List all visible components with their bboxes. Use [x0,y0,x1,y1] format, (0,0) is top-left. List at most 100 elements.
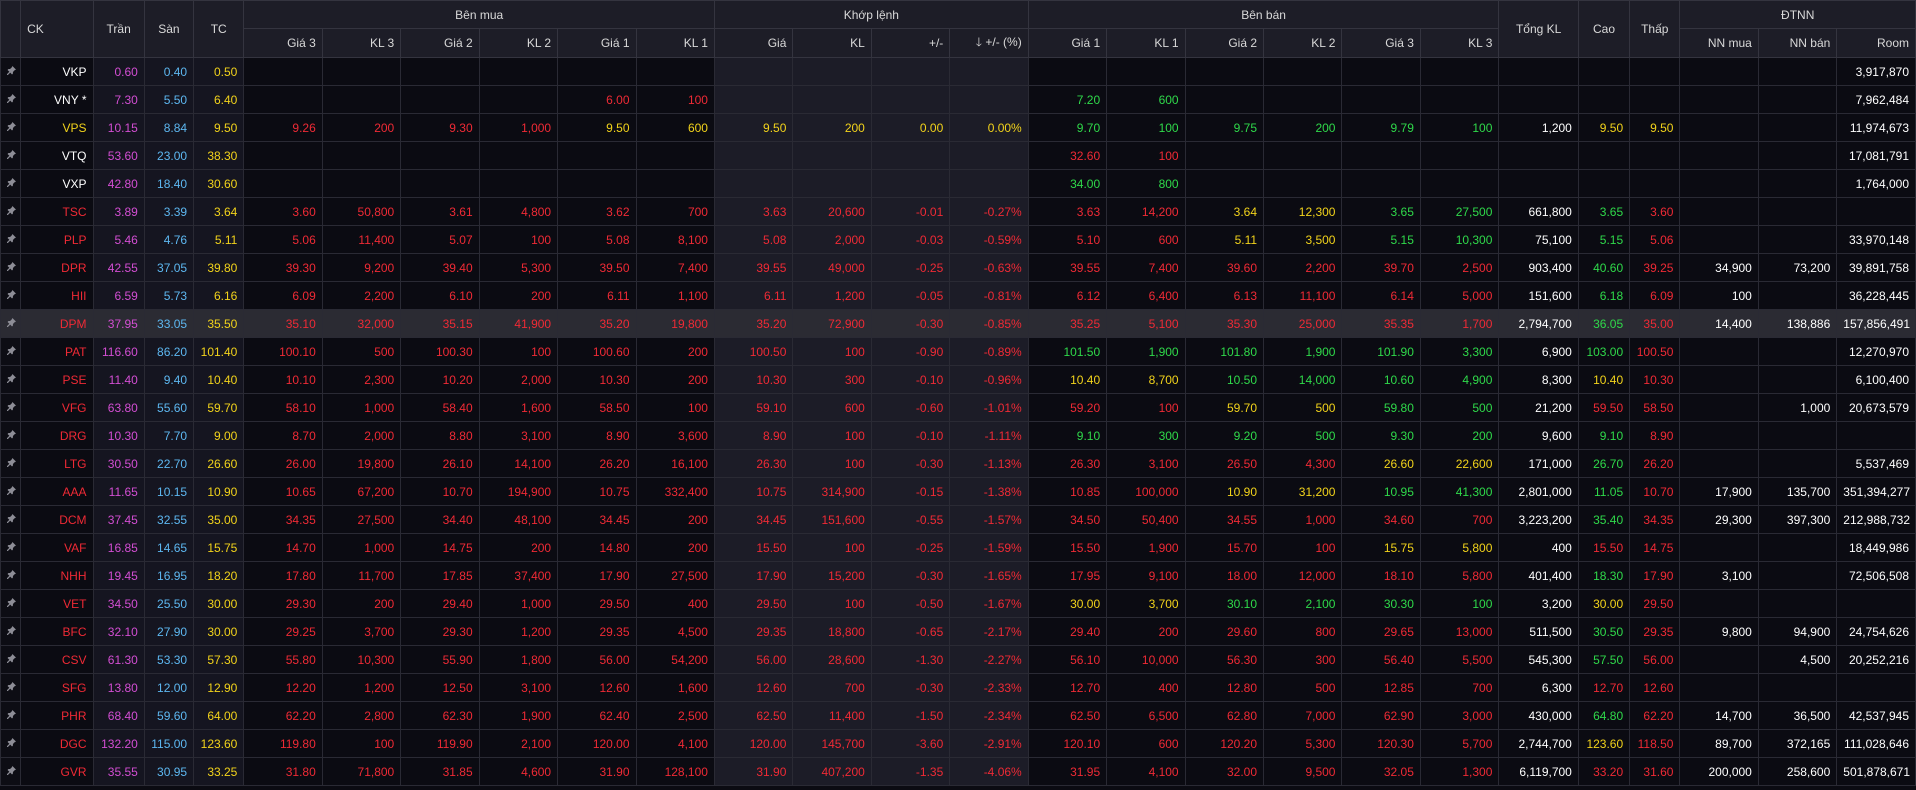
header-buy-volume-3[interactable]: KL 3 [321,28,402,58]
header-match-price[interactable]: Giá [713,28,794,58]
table-row[interactable]: LTG 30.50 22.70 26.60 26.00 19,800 26.10 14,100… [0,449,1916,478]
pin-icon[interactable] [0,757,22,786]
header-ck[interactable]: CK [20,0,94,58]
table-row[interactable]: PSE 11.40 9.40 10.40 10.10 2,300 10.20 2,000 10.… [0,365,1916,394]
header-sell-price-1[interactable]: Giá 1 [1027,28,1108,58]
symbol-cell[interactable]: HII [20,281,94,310]
header-change-percent[interactable]: 🡓 +/- (%) [949,28,1029,58]
pin-icon[interactable] [0,561,22,590]
symbol-cell[interactable]: PHR [20,701,94,730]
symbol-cell[interactable]: PAT [20,337,94,366]
table-row[interactable]: AAA 11.65 10.15 10.90 10.65 67,200 10.70 194,90… [0,477,1916,506]
table-row[interactable]: NHH 19.45 16.95 18.20 17.80 11,700 17.85 37,400… [0,561,1916,590]
table-row[interactable]: VNY * 7.30 5.50 6.40 6.00 100 7.20 600 7,962,484 [0,85,1916,114]
pin-icon[interactable] [0,141,22,170]
table-row[interactable]: VFG 63.80 55.60 59.70 58.10 1,000 58.40 1,600 58… [0,393,1916,422]
header-buy-price-3[interactable]: Giá 3 [243,28,323,58]
table-row[interactable]: PHR 68.40 59.60 64.00 62.20 2,800 62.30 1,900 62… [0,701,1916,730]
symbol-cell[interactable]: PSE [20,365,94,394]
table-row[interactable]: TSC 3.89 3.39 3.64 3.60 50,800 3.61 4,800 3.62 70… [0,197,1916,226]
symbol-cell[interactable]: DCM [20,505,94,534]
table-row[interactable]: PLP 5.46 4.76 5.11 5.06 11,400 5.07 100 5.08 8,10… [0,225,1916,254]
table-row[interactable]: VPS 10.15 8.84 9.50 9.26 200 9.30 1,000 9.50 600 9… [0,113,1916,142]
table-row[interactable]: DPR 42.55 37.05 39.80 39.30 9,200 39.40 5,300 39… [0,253,1916,282]
symbol-cell[interactable]: CSV [20,645,94,674]
pin-icon[interactable] [0,393,22,422]
table-row[interactable]: PAT 116.60 86.20 101.40 100.10 500 100.30 100 10… [0,337,1916,366]
pin-icon[interactable] [0,673,22,702]
header-ceiling[interactable]: Trần [92,0,145,58]
pin-icon[interactable] [0,337,22,366]
pin-icon[interactable] [0,57,22,86]
pin-icon[interactable] [0,169,22,198]
header-low[interactable]: Thấp [1629,0,1681,58]
table-row[interactable]: VKP 0.60 0.40 0.50 3,917,870 [0,57,1916,86]
table-row[interactable]: VAF 16.85 14.65 15.75 14.70 1,000 14.75 200 14.8… [0,533,1916,562]
table-row[interactable]: DPM 37.95 33.05 35.50 35.10 32,000 35.15 41,900… [0,309,1916,338]
table-row[interactable]: VTQ 53.60 23.00 38.30 32.60 100 17,081,791 [0,141,1916,170]
pin-icon[interactable] [0,589,22,618]
header-buy-price-1[interactable]: Giá 1 [557,28,637,58]
table-row[interactable]: SFG 13.80 12.00 12.90 12.20 1,200 12.50 3,100 12… [0,673,1916,702]
symbol-cell[interactable]: TSC [20,197,94,226]
table-row[interactable]: BFC 32.10 27.90 30.00 29.25 3,700 29.30 1,200 29… [0,617,1916,646]
symbol-cell[interactable]: LTG [20,449,94,478]
header-total-volume[interactable]: Tổng KL [1498,0,1579,58]
symbol-cell[interactable]: VAF [20,533,94,562]
symbol-cell[interactable]: DPR [20,253,94,282]
header-floor[interactable]: Sàn [143,0,195,58]
table-row[interactable]: DRG 10.30 7.70 9.00 8.70 2,000 8.80 3,100 8.90 3,… [0,421,1916,450]
pin-icon[interactable] [0,617,22,646]
table-row[interactable]: GVR 35.55 30.95 33.25 31.80 71,800 31.85 4,600 3… [0,757,1916,786]
pin-icon[interactable] [0,421,22,450]
table-row[interactable]: VET 34.50 25.50 30.00 29.30 200 29.40 1,000 29.5… [0,589,1916,618]
symbol-cell[interactable]: VET [20,589,94,618]
symbol-cell[interactable]: VFG [20,393,94,422]
pin-icon[interactable] [0,281,22,310]
header-sell-volume-1[interactable]: KL 1 [1106,28,1186,58]
table-row[interactable]: CSV 61.30 53.30 57.30 55.80 10,300 55.90 1,800 5… [0,645,1916,674]
pin-icon[interactable] [0,449,22,478]
pin-icon[interactable] [0,197,22,226]
symbol-cell[interactable]: DPM [20,309,94,338]
table-row[interactable]: VXP 42.80 18.40 30.60 34.00 800 1,764,000 [0,169,1916,198]
header-foreign-sell[interactable]: NN bán [1757,28,1838,58]
header-buy-volume-2[interactable]: KL 2 [478,28,559,58]
header-buy-volume-1[interactable]: KL 1 [635,28,715,58]
symbol-cell[interactable]: VPS [20,113,94,142]
header-foreign-room[interactable]: Room [1836,28,1916,58]
symbol-cell[interactable]: BFC [20,617,94,646]
pin-icon[interactable] [0,533,22,562]
header-foreign-buy[interactable]: NN mua [1679,28,1759,58]
symbol-cell[interactable]: VTQ [20,141,94,170]
header-sell-price-3[interactable]: Giá 3 [1341,28,1421,58]
symbol-cell[interactable]: DRG [20,421,94,450]
symbol-cell[interactable]: GVR [20,757,94,786]
header-reference[interactable]: TC [193,0,245,58]
symbol-cell[interactable]: VXP [20,169,94,198]
header-match-volume[interactable]: KL [792,28,872,58]
pin-icon[interactable] [0,365,22,394]
symbol-cell[interactable]: PLP [20,225,94,254]
table-row[interactable]: DGC 132.20 115.00 123.60 119.80 100 119.90 2,10… [0,729,1916,758]
pin-icon[interactable] [0,505,22,534]
header-sell-volume-2[interactable]: KL 2 [1263,28,1343,58]
symbol-cell[interactable]: VKP [20,57,94,86]
header-high[interactable]: Cao [1577,0,1631,58]
table-row[interactable]: DCM 37.45 32.55 35.00 34.35 27,500 34.40 48,100… [0,505,1916,534]
symbol-cell[interactable]: AAA [20,477,94,506]
pin-icon[interactable] [0,113,22,142]
pin-icon[interactable] [0,225,22,254]
header-sell-volume-3[interactable]: KL 3 [1419,28,1500,58]
pin-icon[interactable] [0,701,22,730]
header-sell-price-2[interactable]: Giá 2 [1184,28,1265,58]
header-buy-price-2[interactable]: Giá 2 [400,28,480,58]
pin-icon[interactable] [0,729,22,758]
pin-icon[interactable] [0,477,22,506]
pin-icon[interactable] [0,253,22,282]
pin-icon[interactable] [0,645,22,674]
symbol-cell[interactable]: DGC [20,729,94,758]
header-change[interactable]: +/- [870,28,951,58]
table-row[interactable]: HII 6.59 5.73 6.16 6.09 2,200 6.10 200 6.11 1,100… [0,281,1916,310]
pin-icon[interactable] [0,85,22,114]
